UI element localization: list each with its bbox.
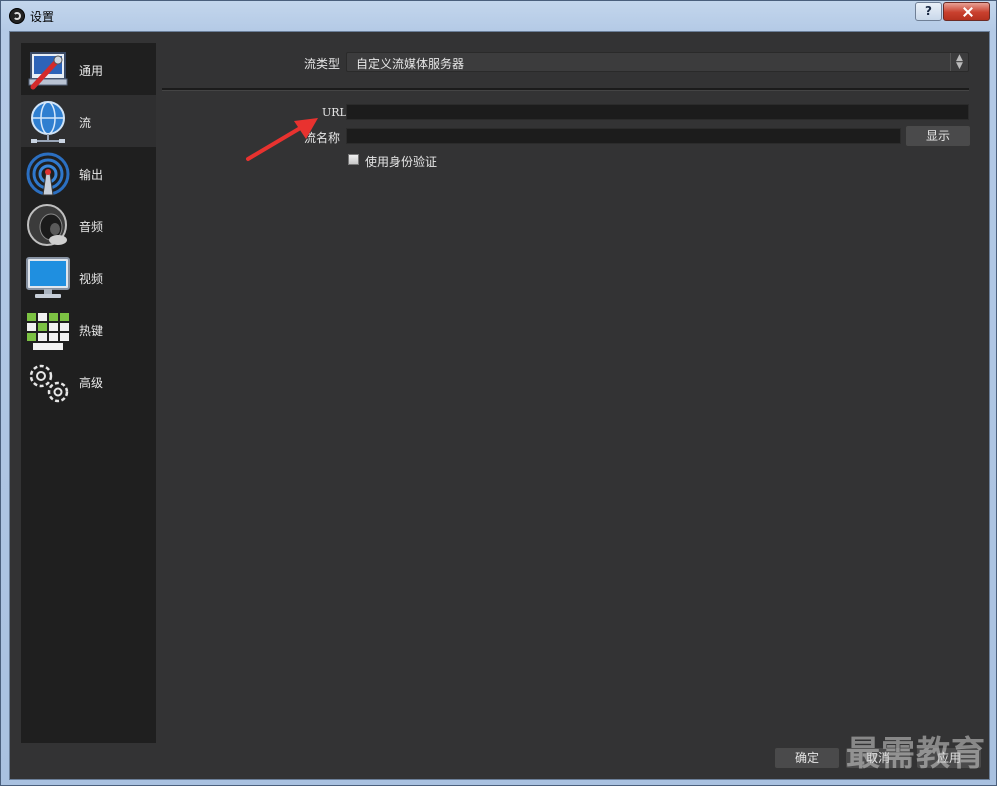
advanced-gears-icon [29, 364, 69, 403]
use-auth-checkbox[interactable] [348, 154, 359, 165]
sidebar-item-hotkeys[interactable]: 热键 [21, 303, 156, 355]
section-divider [162, 88, 969, 91]
spin-arrows-icon: ▲ ▼ [950, 53, 968, 71]
settings-sidebar: 通用 流 输出 音频 视频 热键 高级 [21, 43, 156, 743]
sidebar-item-advanced[interactable]: 高级 [21, 355, 156, 407]
stream-key-input[interactable] [346, 128, 901, 144]
watermark-text: 最需教育 [846, 734, 986, 774]
settings-client-area: 通用 流 输出 音频 视频 热键 高级 流类型 自定义流媒体服务器 ▲ ▼ UR… [9, 31, 990, 780]
settings-window: 设置 ? 通用 流 输出 音频 视频 热键 高级 流类型 自定义流媒体服务器 ▲… [0, 0, 997, 786]
sidebar-item-label: 通用 [79, 64, 104, 78]
sidebar-item-audio[interactable]: 音频 [21, 199, 156, 251]
stream-type-label: 流类型 [304, 57, 341, 71]
sidebar-item-label: 高级 [79, 376, 104, 390]
annotation-arrow-icon [246, 118, 318, 161]
stream-globe-icon [31, 101, 65, 143]
sidebar-item-output[interactable]: 输出 [21, 147, 156, 199]
sidebar-item-label: 热键 [79, 324, 104, 338]
window-title: 设置 [30, 10, 55, 24]
sidebar-item-general[interactable]: 通用 [21, 43, 156, 95]
hotkeys-keyboard-icon [27, 313, 69, 350]
title-bar[interactable]: 设置 ? [1, 1, 997, 31]
general-wrench-icon [28, 52, 68, 90]
help-button[interactable]: ? [915, 2, 942, 21]
close-button[interactable] [943, 2, 990, 21]
video-monitor-icon [26, 257, 70, 298]
sidebar-item-label: 视频 [79, 272, 104, 286]
sidebar-item-label: 流 [79, 116, 92, 130]
stream-type-select[interactable]: 自定义流媒体服务器 ▲ ▼ [346, 52, 969, 72]
show-key-button[interactable]: 显示 [906, 126, 970, 146]
ok-button[interactable]: 确定 [775, 748, 839, 768]
output-antenna-icon [26, 152, 70, 196]
url-input[interactable] [346, 104, 969, 120]
stream-type-value: 自定义流媒体服务器 [356, 57, 465, 71]
obs-app-icon [9, 8, 25, 24]
use-auth-label: 使用身份验证 [365, 155, 438, 169]
sidebar-item-video[interactable]: 视频 [21, 251, 156, 303]
sidebar-item-label: 音频 [79, 220, 104, 234]
sidebar-item-stream[interactable]: 流 [21, 95, 156, 147]
audio-speaker-icon [27, 204, 67, 246]
sidebar-item-label: 输出 [79, 168, 104, 182]
